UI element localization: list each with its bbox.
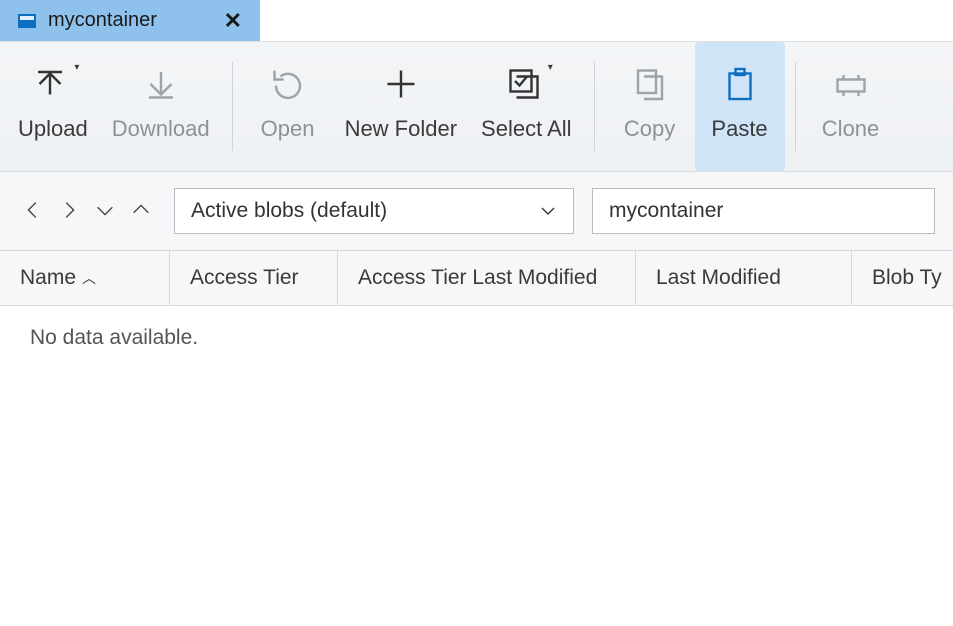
download-button: Download xyxy=(100,42,222,171)
paste-button[interactable]: Paste xyxy=(695,42,785,171)
nav-forward-button[interactable] xyxy=(54,195,84,228)
select-all-label: Select All xyxy=(481,116,572,142)
column-blob-type-label: Blob Ty xyxy=(872,266,942,290)
column-last-modified-label: Last Modified xyxy=(656,266,781,290)
nav-down-button[interactable] xyxy=(90,195,120,228)
select-all-button[interactable]: ▾ Select All xyxy=(469,42,584,171)
column-access-tier[interactable]: Access Tier xyxy=(170,251,338,305)
path-value: mycontainer xyxy=(609,199,723,223)
new-folder-button[interactable]: New Folder xyxy=(333,42,469,171)
nav-arrows xyxy=(18,195,156,228)
download-icon xyxy=(143,66,179,102)
paste-icon xyxy=(722,66,758,102)
select-all-icon xyxy=(506,66,542,102)
chevron-down-icon: ▾ xyxy=(74,62,79,73)
table-header: Name ︿ Access Tier Access Tier Last Modi… xyxy=(0,250,953,306)
separator xyxy=(232,62,233,151)
tab-bar: mycontainer ✕ xyxy=(0,0,953,42)
separator xyxy=(795,62,796,151)
column-name-label: Name xyxy=(20,266,76,290)
chevron-down-icon: ▾ xyxy=(548,62,553,73)
chevron-down-icon xyxy=(539,202,557,220)
sort-asc-icon: ︿ xyxy=(82,268,96,288)
toolbar: ▾ Upload Download Open New Folder ▾ Sele… xyxy=(0,42,953,172)
nav-row: Active blobs (default) mycontainer xyxy=(0,172,953,250)
column-name[interactable]: Name ︿ xyxy=(0,251,170,305)
nav-up-button[interactable] xyxy=(126,195,156,228)
open-icon xyxy=(270,66,306,102)
copy-icon xyxy=(632,66,668,102)
upload-button[interactable]: ▾ Upload xyxy=(6,42,100,171)
column-access-tier-label: Access Tier xyxy=(190,266,299,290)
column-access-tier-modified[interactable]: Access Tier Last Modified xyxy=(338,251,636,305)
paste-label: Paste xyxy=(711,116,767,142)
column-access-tier-modified-label: Access Tier Last Modified xyxy=(358,266,597,290)
copy-label: Copy xyxy=(624,116,675,142)
open-button: Open xyxy=(243,42,333,171)
tab-mycontainer[interactable]: mycontainer ✕ xyxy=(0,0,260,41)
nav-back-button[interactable] xyxy=(18,195,48,228)
path-input[interactable]: mycontainer xyxy=(592,188,935,234)
blob-filter-value: Active blobs (default) xyxy=(191,199,387,223)
tab-title: mycontainer xyxy=(48,9,157,32)
clone-button: Clone xyxy=(806,42,896,171)
new-folder-label: New Folder xyxy=(345,116,457,142)
column-blob-type[interactable]: Blob Ty xyxy=(852,251,953,305)
table-body: No data available. xyxy=(0,306,953,626)
open-label: Open xyxy=(261,116,315,142)
column-last-modified[interactable]: Last Modified xyxy=(636,251,852,305)
copy-button: Copy xyxy=(605,42,695,171)
upload-label: Upload xyxy=(18,116,88,142)
empty-state-text: No data available. xyxy=(30,326,198,349)
upload-icon xyxy=(32,66,68,102)
container-icon xyxy=(18,14,36,28)
separator xyxy=(594,62,595,151)
plus-icon xyxy=(383,66,419,102)
clone-icon xyxy=(833,66,869,102)
blob-filter-select[interactable]: Active blobs (default) xyxy=(174,188,574,234)
download-label: Download xyxy=(112,116,210,142)
clone-label: Clone xyxy=(822,116,879,142)
close-tab-icon[interactable]: ✕ xyxy=(224,8,242,34)
